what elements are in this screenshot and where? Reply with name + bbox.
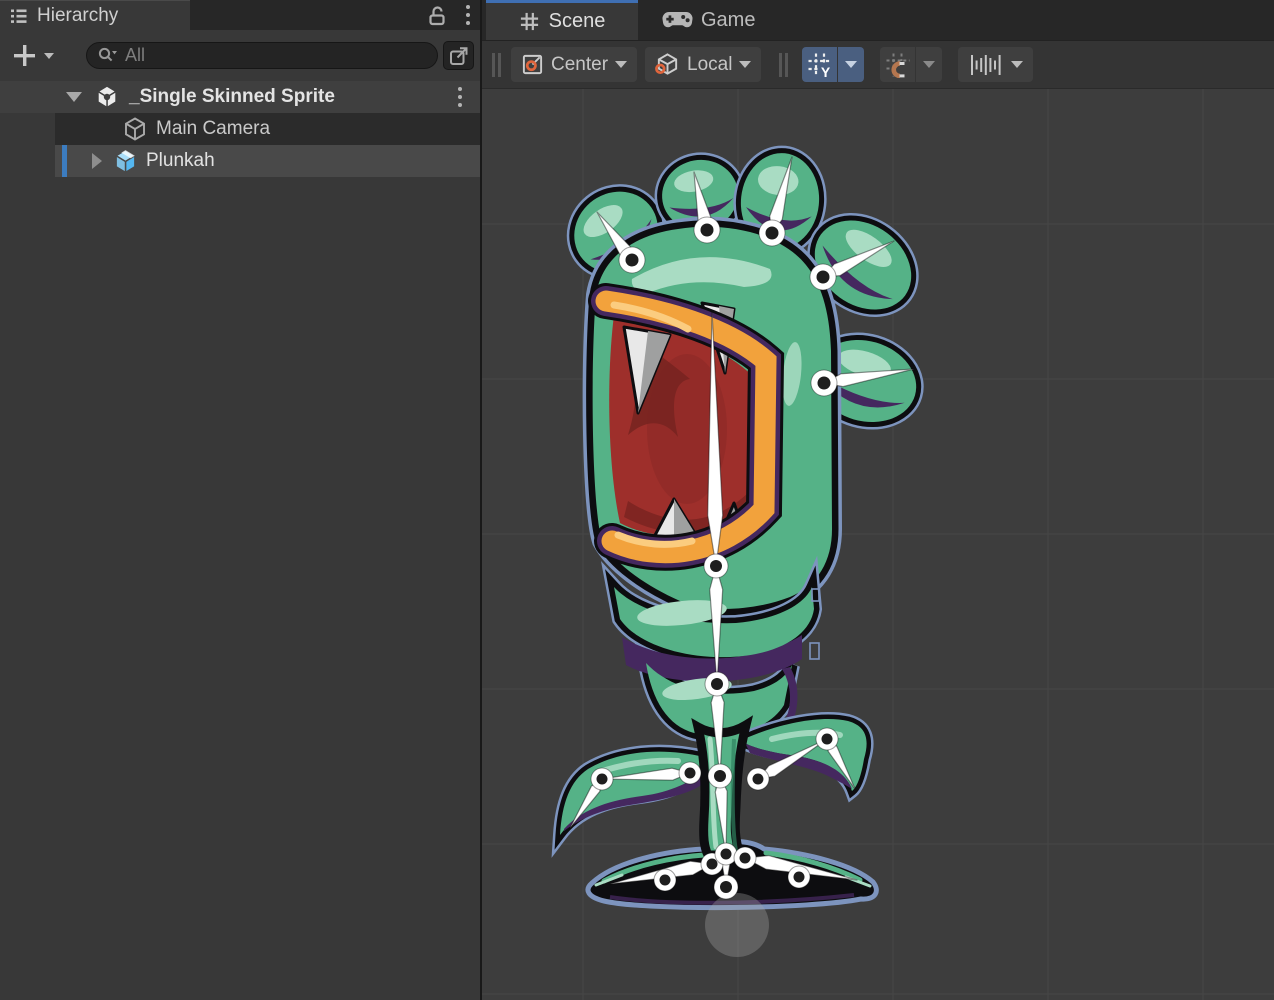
tab-scene[interactable]: Scene	[486, 0, 638, 40]
bone-joint-center	[597, 774, 608, 785]
bone-joint-center	[794, 872, 805, 883]
toolbar-drag-handle[interactable]	[492, 53, 501, 77]
foldout-closed-icon[interactable]	[92, 153, 102, 169]
unity-editor-window: Hierarchy	[0, 0, 1274, 1000]
svg-text:Y: Y	[821, 64, 831, 78]
hierarchy-tabbar: Hierarchy	[0, 0, 480, 30]
pivot-mode-dropdown[interactable]: Center	[511, 47, 637, 82]
grid-visibility-toggle[interactable]: Y	[802, 47, 837, 82]
bone-joint-center	[707, 859, 718, 870]
unlock-icon[interactable]	[427, 4, 448, 27]
scene-tab-label: Scene	[549, 10, 606, 33]
tab-hierarchy[interactable]: Hierarchy	[0, 0, 190, 30]
plunkah-sprite[interactable]	[558, 149, 928, 907]
dropdown-caret-icon[interactable]	[44, 53, 54, 59]
handle-orientation-dropdown[interactable]: Local	[645, 47, 761, 82]
game-tab-label: Game	[701, 9, 755, 32]
pivot-mode-label: Center	[551, 54, 608, 76]
selection-outline-fragment	[810, 643, 819, 659]
scene-toolbar: Center Local	[482, 40, 1274, 88]
dropdown-caret-icon	[1011, 61, 1023, 68]
kebab-icon[interactable]	[458, 87, 463, 108]
grid-snapping-dropdown[interactable]	[916, 47, 942, 82]
toolbar-drag-handle[interactable]	[779, 53, 788, 77]
bone-joint-center	[818, 377, 831, 390]
hierarchy-list: _Single Skinned Sprite Main Camera	[0, 81, 480, 1000]
bone-joint-center	[685, 768, 696, 779]
scene-asset-icon	[94, 84, 120, 110]
bone-joint-center	[701, 224, 714, 237]
grid-toggle-icon: Y	[807, 52, 833, 78]
bone-joint-center	[766, 227, 779, 240]
camera-icon	[122, 116, 148, 142]
pivot-icon	[521, 53, 544, 76]
add-gameobject-button[interactable]	[12, 43, 54, 68]
tab-game[interactable]: Game	[652, 0, 765, 40]
popout-button[interactable]	[443, 41, 474, 70]
plunkah-mouth	[606, 301, 766, 553]
snap-toggle-icon	[885, 52, 911, 78]
scene-tab-icon	[519, 11, 540, 32]
search-icon[interactable]	[97, 46, 118, 65]
dropdown-caret-icon	[739, 61, 751, 68]
add-icon	[12, 43, 37, 68]
bone-joint-center	[720, 881, 732, 893]
snap-increment-icon	[968, 52, 1004, 78]
hierarchy-row-main-camera[interactable]: Main Camera	[0, 113, 480, 145]
hierarchy-row-scene-root[interactable]: _Single Skinned Sprite	[0, 81, 480, 113]
pivot-handle-disc[interactable]	[705, 893, 769, 957]
prefab-icon	[112, 148, 139, 175]
hierarchy-panel-icon	[9, 6, 29, 26]
popout-icon	[448, 45, 470, 67]
hierarchy-row-plunkah[interactable]: Plunkah	[0, 145, 480, 177]
hierarchy-item-label: Main Camera	[156, 118, 270, 140]
dropdown-caret-icon	[615, 61, 627, 68]
space-icon	[655, 52, 680, 77]
grid-visibility-dropdown[interactable]	[838, 47, 864, 82]
bone-joint-center	[753, 774, 764, 785]
search-input[interactable]: All	[86, 42, 438, 69]
dropdown-caret-icon	[845, 61, 857, 68]
bone-joint-center	[817, 271, 830, 284]
scene-panel: Scene Game Ce	[482, 0, 1274, 1000]
hierarchy-toolbar: All	[0, 30, 480, 81]
kebab-icon[interactable]	[466, 5, 471, 26]
scene-viewport[interactable]	[482, 88, 1274, 1000]
snap-increment-dropdown[interactable]	[958, 47, 1033, 82]
bone-joint-center	[660, 875, 671, 886]
game-tab-icon	[662, 10, 693, 30]
scene-tabbar: Scene Game	[482, 0, 1274, 40]
search-placeholder: All	[125, 45, 145, 66]
hierarchy-panel: Hierarchy	[0, 0, 480, 1000]
bone-joint-center	[822, 734, 833, 745]
handle-orientation-label: Local	[687, 54, 732, 76]
bone-joint-center	[710, 560, 722, 572]
bone-joint-center	[714, 770, 726, 782]
hierarchy-item-label: _Single Skinned Sprite	[129, 86, 335, 108]
hierarchy-tab-label: Hierarchy	[37, 5, 118, 27]
bone-joint-center	[721, 849, 732, 860]
bone-joint-center	[711, 678, 723, 690]
bone-joint-center	[740, 853, 751, 864]
bone-joint-center	[626, 254, 639, 267]
hierarchy-item-label: Plunkah	[146, 150, 215, 172]
dropdown-caret-icon	[923, 61, 935, 68]
grid-snapping-toggle[interactable]	[880, 47, 915, 82]
selection-indicator-bar	[62, 145, 67, 177]
foldout-open-icon[interactable]	[66, 92, 82, 102]
